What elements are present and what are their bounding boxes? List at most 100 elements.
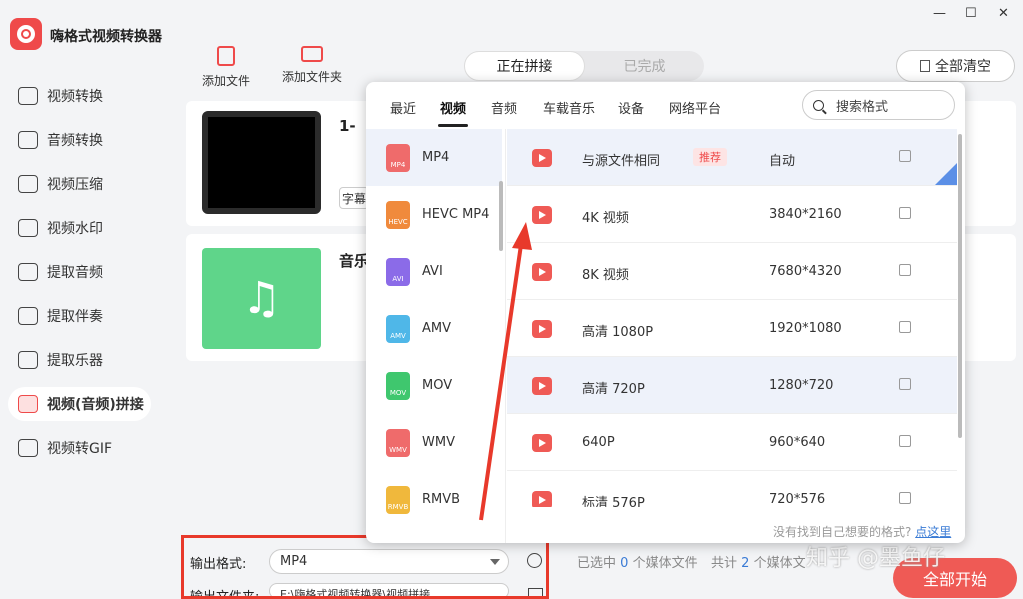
edit-icon[interactable] — [899, 150, 911, 162]
edit-icon[interactable] — [899, 207, 911, 219]
format-label: WMV — [422, 435, 455, 450]
tab-web-platform[interactable]: 网络平台 — [669, 98, 721, 117]
sidebar-item-extract-accompaniment[interactable]: 提取伴奏 — [8, 299, 151, 333]
close-button[interactable]: ✕ — [998, 6, 1009, 21]
quality-option[interactable]: 高清 720P 1280*720 — [507, 357, 957, 414]
hevc-file-icon: HEVC — [386, 200, 410, 229]
video-play-icon — [532, 320, 552, 338]
format-label: RMVB — [422, 492, 461, 507]
app-title: 嗨格式视频转换器 — [50, 29, 162, 45]
format-list-scrollbar[interactable] — [499, 181, 503, 251]
tab-video[interactable]: 视频 — [440, 98, 466, 117]
tab-car-music[interactable]: 车载音乐 — [543, 98, 595, 117]
sidebar-item-label: 视频水印 — [47, 221, 103, 237]
sidebar-item-extract-audio[interactable]: 提取音频 — [8, 255, 151, 289]
option-resolution: 7680*4320 — [769, 264, 842, 279]
quality-option[interactable]: 4K 视频 3840*2160 — [507, 186, 957, 243]
video-thumbnail — [202, 111, 321, 214]
add-file-button[interactable]: 添加文件 — [200, 46, 252, 89]
format-item-amv[interactable]: AMV AMV — [366, 300, 502, 357]
active-tab-indicator — [438, 124, 468, 127]
selected-count: 0 — [620, 556, 629, 571]
subtitle-button[interactable]: 字幕 — [339, 187, 369, 209]
amv-file-icon: AMV — [386, 314, 410, 343]
option-resolution: 3840*2160 — [769, 207, 842, 222]
mp4-file-icon: MP4 — [386, 143, 410, 172]
format-item-avi[interactable]: AVI AVI — [366, 243, 502, 300]
file-name: 1- — [339, 117, 356, 135]
option-list-scrollbar[interactable] — [958, 134, 962, 438]
click-here-link[interactable]: 点这里 — [915, 525, 951, 539]
sidebar-item-merge[interactable]: 视频(音频)拼接 — [8, 387, 151, 421]
format-item-mp4[interactable]: MP4 MP4 — [366, 129, 502, 186]
search-placeholder: 搜索格式 — [836, 99, 889, 115]
tab-in-progress[interactable]: 正在拼接 — [464, 51, 585, 81]
avi-file-icon: AVI — [386, 257, 410, 286]
app-logo-icon — [10, 18, 42, 50]
format-label: AVI — [422, 264, 443, 279]
format-label: MP4 — [422, 150, 450, 165]
quality-option[interactable]: 高清 1080P 1920*1080 — [507, 300, 957, 357]
sidebar-item-label: 视频转GIF — [47, 441, 113, 457]
total-prefix: 共计 — [711, 556, 738, 571]
file-name: 音乐 — [339, 252, 370, 270]
sidebar-item-video-convert[interactable]: 视频转换 — [8, 79, 151, 113]
option-resolution: 1280*720 — [769, 378, 834, 393]
sidebar-item-video-compress[interactable]: 视频压缩 — [8, 167, 151, 201]
sidebar-item-label: 视频(音频)拼接 — [47, 397, 144, 413]
minimize-button[interactable]: — — [933, 6, 946, 21]
sidebar-item-audio-convert[interactable]: 音频转换 — [8, 123, 151, 157]
tab-completed[interactable]: 已完成 — [585, 51, 704, 81]
maximize-button[interactable]: ☐ — [965, 6, 977, 21]
quality-option[interactable]: 640P 960*640 — [507, 414, 957, 471]
sidebar-item-video-to-gif[interactable]: 视频转GIF — [8, 431, 151, 465]
edit-icon[interactable] — [899, 321, 911, 333]
option-resolution: 720*576 — [769, 492, 826, 507]
format-label: AMV — [422, 321, 452, 336]
option-name: 标清 576P — [582, 496, 645, 507]
quality-option[interactable]: 标清 576P 720*576 — [507, 471, 957, 507]
sidebar-item-label: 提取伴奏 — [47, 309, 103, 325]
gif-icon — [18, 439, 38, 457]
edit-icon[interactable] — [899, 435, 911, 447]
selected-check-icon — [935, 163, 957, 185]
rmvb-file-icon: RMVB — [386, 485, 410, 514]
sidebar: 嗨格式视频转换器 视频转换 音频转换 视频压缩 视频水印 提取音频 提取伴奏 提… — [0, 0, 172, 599]
option-name: 与源文件相同 — [582, 154, 661, 169]
format-item-wmv[interactable]: WMV WMV — [366, 414, 502, 471]
clear-all-label: 全部清空 — [935, 59, 991, 75]
watermark: 知乎 @墨鱼仔 — [806, 546, 945, 571]
annotation-highlight-box — [181, 535, 549, 599]
sidebar-item-label: 视频压缩 — [47, 177, 103, 193]
format-list: MP4 MP4 HEVC HEVC MP4 AVI AVI AMV AMV MOV MOV… — [366, 129, 506, 543]
trash-icon — [920, 60, 930, 72]
sidebar-item-extract-instrument[interactable]: 提取乐器 — [8, 343, 151, 377]
add-folder-button[interactable]: 添加文件夹 — [281, 46, 343, 85]
edit-icon[interactable] — [899, 492, 911, 504]
selected-prefix: 已选中 — [577, 556, 617, 571]
format-search-input[interactable]: 搜索格式 — [802, 90, 955, 120]
format-item-mov[interactable]: MOV MOV — [366, 357, 502, 414]
tab-audio[interactable]: 音频 — [491, 98, 517, 117]
clear-all-button[interactable]: 全部清空 — [896, 50, 1015, 82]
tab-device[interactable]: 设备 — [618, 98, 644, 117]
video-play-icon — [532, 149, 552, 167]
quality-option[interactable]: 8K 视频 7680*4320 — [507, 243, 957, 300]
video-play-icon — [532, 434, 552, 452]
music-note-icon: ♫ — [202, 248, 321, 349]
format-category-tabs: 最近 视频 音频 车载音乐 设备 网络平台 搜索格式 — [366, 82, 965, 129]
sidebar-item-watermark[interactable]: 视频水印 — [8, 211, 151, 245]
video-play-icon — [532, 377, 552, 395]
add-folder-icon — [301, 46, 323, 62]
quality-option[interactable]: 与源文件相同 推荐 自动 — [507, 129, 957, 186]
tab-recent[interactable]: 最近 — [390, 98, 416, 117]
format-label: HEVC MP4 — [422, 207, 490, 222]
edit-icon[interactable] — [899, 378, 911, 390]
format-item-hevc-mp4[interactable]: HEVC HEVC MP4 — [366, 186, 502, 243]
format-item-rmvb[interactable]: RMVB RMVB — [366, 471, 502, 528]
edit-icon[interactable] — [899, 264, 911, 276]
add-file-label: 添加文件 — [201, 74, 250, 88]
watermark-icon — [18, 219, 38, 237]
extract-audio-icon — [18, 263, 38, 281]
quality-option-list: 与源文件相同 推荐 自动 4K 视频 3840*2160 8K 视频 7680*… — [507, 129, 959, 507]
